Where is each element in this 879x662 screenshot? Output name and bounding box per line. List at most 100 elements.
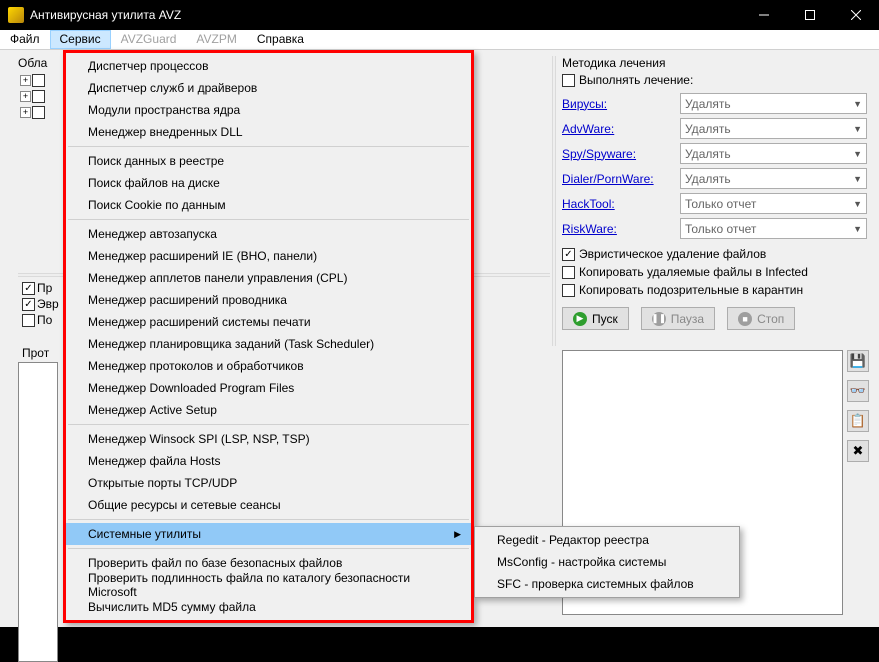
- copy-infected-checkbox[interactable]: [562, 266, 575, 279]
- menu-item[interactable]: Общие ресурсы и сетевые сеансы: [66, 494, 471, 516]
- menu-item[interactable]: Менеджер Downloaded Program Files: [66, 377, 471, 399]
- chevron-right-icon: ▶: [454, 529, 461, 540]
- submenu-item[interactable]: MsConfig - настройка системы: [475, 551, 739, 573]
- menu-item[interactable]: Диспетчер процессов: [66, 55, 471, 77]
- chk-label: Эвр: [37, 297, 59, 311]
- pause-icon: ❚❚: [652, 312, 666, 326]
- close-button[interactable]: [833, 0, 879, 30]
- menu-avzpm[interactable]: AVZPM: [186, 30, 246, 49]
- category-link[interactable]: Вирусы:: [562, 97, 680, 111]
- minimize-button[interactable]: [741, 0, 787, 30]
- menu-item[interactable]: Менеджер расширений системы печати: [66, 311, 471, 333]
- checkbox[interactable]: ✓: [22, 298, 35, 311]
- menu-item[interactable]: Модули пространства ядра: [66, 99, 471, 121]
- category-select[interactable]: Удалять ▼: [680, 143, 867, 164]
- tree-expand-icon[interactable]: +: [20, 107, 31, 118]
- chevron-down-icon: ▼: [853, 149, 862, 159]
- chk-label: Пр: [37, 281, 52, 295]
- start-button[interactable]: ▶Пуск: [562, 307, 629, 330]
- chevron-down-icon: ▼: [853, 224, 862, 234]
- menu-item[interactable]: Менеджер протоколов и обработчиков: [66, 355, 471, 377]
- menu-item[interactable]: Поиск файлов на диске: [66, 172, 471, 194]
- stop-button[interactable]: ■Стоп: [727, 307, 795, 330]
- chevron-down-icon: ▼: [853, 199, 862, 209]
- clear-icon[interactable]: ✖: [847, 440, 869, 462]
- category-select[interactable]: Удалять ▼: [680, 118, 867, 139]
- heal-checkbox[interactable]: [562, 74, 575, 87]
- tree-checkbox[interactable]: [32, 106, 45, 119]
- category-link[interactable]: HackTool:: [562, 197, 680, 211]
- maximize-button[interactable]: [787, 0, 833, 30]
- copy-quarantine-label: Копировать подозрительные в карантин: [579, 283, 803, 297]
- submenu-item[interactable]: Regedit - Редактор реестра: [475, 529, 739, 551]
- heur-checkbox[interactable]: ✓: [562, 248, 575, 261]
- window-title: Антивирусная утилита AVZ: [30, 8, 741, 22]
- group-title: Методика лечения: [562, 56, 867, 70]
- menu-item[interactable]: Менеджер Active Setup: [66, 399, 471, 421]
- heal-label: Выполнять лечение:: [579, 73, 693, 87]
- chevron-down-icon: ▼: [853, 174, 862, 184]
- protocol-box[interactable]: [18, 362, 58, 662]
- category-link[interactable]: AdvWare:: [562, 122, 680, 136]
- menu-item[interactable]: Проверить подлинность файла по каталогу …: [66, 574, 471, 596]
- menu-item[interactable]: Диспетчер служб и драйверов: [66, 77, 471, 99]
- chk-label: По: [37, 313, 52, 327]
- checkbox[interactable]: [22, 314, 35, 327]
- clipboard-icon[interactable]: 📋: [847, 410, 869, 432]
- menu-help[interactable]: Справка: [247, 30, 314, 49]
- menu-item[interactable]: Поиск данных в реестре: [66, 150, 471, 172]
- copy-quarantine-checkbox[interactable]: [562, 284, 575, 297]
- menu-service[interactable]: Сервис: [50, 30, 111, 49]
- select-value: Удалять: [685, 97, 731, 111]
- category-select[interactable]: Только отчет▼: [680, 193, 867, 214]
- menu-file[interactable]: Файл: [0, 30, 50, 49]
- category-select[interactable]: Только отчет▼: [680, 218, 867, 239]
- pause-button[interactable]: ❚❚ Пауза: [641, 307, 715, 330]
- system-utils-submenu: Regedit - Редактор реестраMsConfig - нас…: [474, 526, 740, 598]
- protocol-label: Прот: [22, 346, 49, 360]
- menu-item[interactable]: Менеджер расширений IE (BHO, панели): [66, 245, 471, 267]
- menu-item-system-utils[interactable]: Системные утилиты ▶: [66, 523, 471, 545]
- menu-item[interactable]: Менеджер файла Hosts: [66, 450, 471, 472]
- menu-item[interactable]: Менеджер планировщика заданий (Task Sche…: [66, 333, 471, 355]
- app-icon: [8, 7, 24, 23]
- select-value: Удалять: [685, 147, 731, 161]
- checkbox[interactable]: ✓: [22, 282, 35, 295]
- glasses-icon[interactable]: 👓: [847, 380, 869, 402]
- chevron-down-icon: ▼: [853, 124, 862, 134]
- menu-separator: [68, 219, 469, 220]
- vertical-splitter[interactable]: [552, 56, 556, 346]
- start-label: Пуск: [592, 312, 618, 326]
- menu-item[interactable]: Менеджер расширений проводника: [66, 289, 471, 311]
- tree-checkbox[interactable]: [32, 90, 45, 103]
- menu-item[interactable]: Открытые порты TCP/UDP: [66, 472, 471, 494]
- category-link[interactable]: RiskWare:: [562, 222, 680, 236]
- menubar: Файл Сервис AVZGuard AVZPM Справка: [0, 30, 879, 50]
- titlebar: Антивирусная утилита AVZ: [0, 0, 879, 30]
- menu-separator: [68, 424, 469, 425]
- tree-checkbox[interactable]: [32, 74, 45, 87]
- menu-item[interactable]: Вычислить MD5 сумму файла: [66, 596, 471, 618]
- tree-expand-icon[interactable]: +: [20, 91, 31, 102]
- service-dropdown: Диспетчер процессовДиспетчер служб и дра…: [63, 50, 474, 623]
- menu-item[interactable]: Менеджер апплетов панели управления (CPL…: [66, 267, 471, 289]
- category-link[interactable]: Spy/Spyware:: [562, 147, 680, 161]
- category-select[interactable]: Удалять▼: [680, 93, 867, 114]
- tree-area: + + +: [18, 70, 68, 130]
- menu-item[interactable]: Менеджер Winsock SPI (LSP, NSP, TSP): [66, 428, 471, 450]
- pause-label: Пауза: [671, 312, 704, 326]
- menu-avzguard[interactable]: AVZGuard: [111, 30, 187, 49]
- save-icon[interactable]: 💾: [847, 350, 869, 372]
- heur-label: Эвристическое удаление файлов: [579, 247, 766, 261]
- menu-item[interactable]: Менеджер автозапуска: [66, 223, 471, 245]
- menu-separator: [68, 548, 469, 549]
- select-value: Удалять: [685, 122, 731, 136]
- menu-item[interactable]: Менеджер внедренных DLL: [66, 121, 471, 143]
- category-link[interactable]: Dialer/PornWare:: [562, 172, 680, 186]
- submenu-item[interactable]: SFC - проверка системных файлов: [475, 573, 739, 595]
- menu-item[interactable]: Поиск Cookie по данным: [66, 194, 471, 216]
- tree-expand-icon[interactable]: +: [20, 75, 31, 86]
- menu-item-label: Системные утилиты: [88, 527, 201, 541]
- category-select[interactable]: Удалять▼: [680, 168, 867, 189]
- stop-icon: ■: [738, 312, 752, 326]
